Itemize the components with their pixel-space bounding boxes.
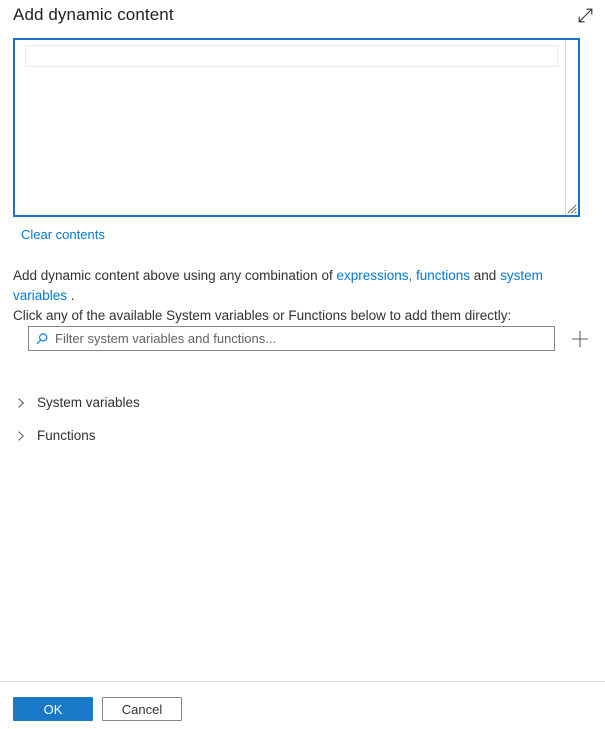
expand-panel-button[interactable]	[571, 2, 599, 28]
description-prefix: Add dynamic content above using any comb…	[13, 268, 337, 283]
plus-icon	[571, 330, 589, 348]
editor-vertical-ruler	[565, 40, 566, 215]
editor-resize-handle[interactable]	[564, 201, 577, 214]
search-icon	[29, 332, 55, 346]
chevron-right-icon	[15, 397, 37, 409]
description-middle: and	[470, 268, 501, 283]
chevron-right-icon	[15, 430, 37, 442]
dynamic-content-tree: System variables Functions	[13, 390, 413, 456]
add-content-button[interactable]	[568, 326, 592, 351]
tree-item-functions[interactable]: Functions	[13, 423, 413, 448]
ok-button[interactable]: OK	[13, 697, 93, 721]
dynamic-content-editor[interactable]	[13, 38, 580, 217]
editor-current-line-highlight	[25, 45, 558, 67]
footer-actions: OK Cancel	[13, 697, 182, 721]
editor-caret	[26, 47, 27, 65]
filter-input[interactable]	[55, 328, 554, 349]
panel-header: Add dynamic content	[0, 0, 605, 33]
description-text: Add dynamic content above using any comb…	[13, 266, 593, 326]
tree-item-system-variables[interactable]: System variables	[13, 390, 413, 415]
cancel-button[interactable]: Cancel	[102, 697, 182, 721]
filter-row	[28, 326, 589, 352]
tree-item-label: System variables	[37, 395, 140, 410]
description-suffix: .	[67, 288, 75, 303]
tree-item-label: Functions	[37, 428, 96, 443]
page-title: Add dynamic content	[13, 5, 174, 24]
expressions-functions-link[interactable]: expressions, functions	[336, 268, 470, 283]
filter-input-wrapper[interactable]	[28, 326, 555, 351]
description-line-2: Click any of the available System variab…	[13, 308, 512, 323]
expand-diagonal-icon	[577, 7, 594, 24]
footer-divider	[0, 681, 605, 682]
clear-contents-link[interactable]: Clear contents	[21, 226, 105, 243]
